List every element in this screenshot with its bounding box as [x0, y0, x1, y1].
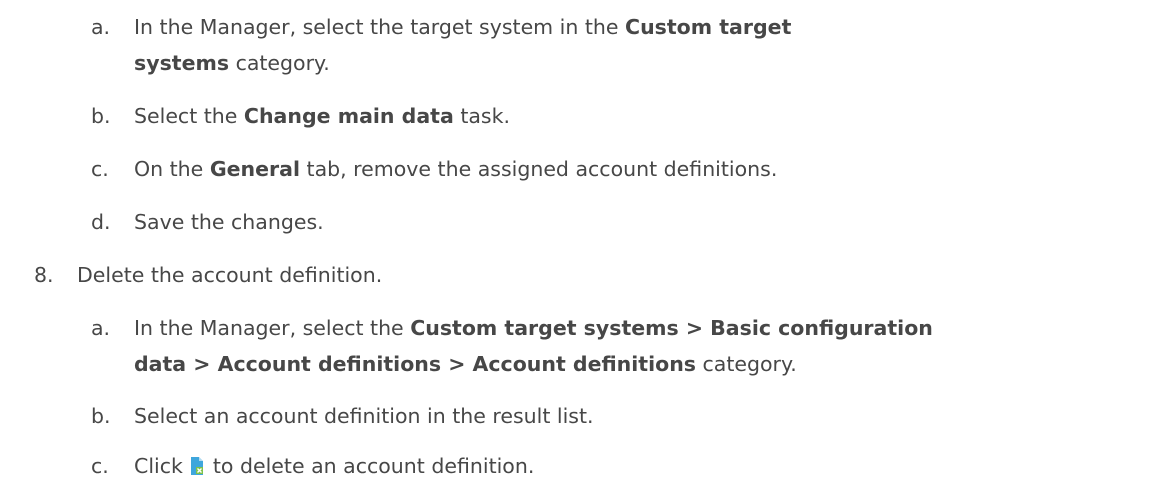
substep-a-line1: In the Manager, select the target system…: [134, 14, 791, 40]
category-name: Custom target: [625, 15, 792, 39]
document-page: { "steps": { "a1": { "marker": "a.", "li…: [0, 0, 1166, 478]
step-8-line: Delete the account definition.: [77, 263, 383, 287]
substep-marker: c.: [91, 454, 109, 478]
substep-text: In the Manager, select the target system…: [134, 15, 626, 39]
substep-b-line: Select the Change main data task.: [134, 103, 510, 129]
substep-a2-line2: data > Account definitions > Account def…: [134, 351, 797, 377]
substep-text: Select the: [134, 104, 244, 128]
substep-text: category.: [229, 51, 330, 75]
substep-marker: b.: [91, 104, 111, 128]
menu-path: Custom target systems > Basic configurat…: [410, 316, 933, 340]
substep-c-line: On the General tab, remove the assigned …: [134, 156, 777, 182]
menu-path-cont: data > Account definitions > Account def…: [134, 352, 696, 376]
substep-marker: d.: [91, 210, 111, 234]
substep-text: task.: [453, 104, 510, 128]
category-name-cont: systems: [134, 51, 230, 75]
delete-document-icon: [190, 456, 204, 476]
substep-text: On the: [134, 157, 210, 181]
substep-text: to delete an account definition.: [206, 454, 535, 478]
step-marker: 8.: [34, 263, 54, 287]
substep-text: tab, remove the assigned account definit…: [300, 157, 778, 181]
substep-a-line2: systems category.: [134, 50, 330, 76]
substep-text: In the Manager, select the: [134, 316, 411, 340]
substep-marker: c.: [91, 157, 109, 181]
substep-marker: b.: [91, 404, 111, 428]
substep-marker: a.: [91, 316, 111, 340]
substep-b2-line: Select an account definition in the resu…: [134, 404, 594, 428]
tab-name: General: [209, 157, 301, 181]
substep-c2-line: Click to delete an account definition.: [134, 453, 534, 479]
substep-text: category.: [696, 352, 797, 376]
substep-d-line: Save the changes.: [134, 210, 324, 234]
substep-a2-line1: In the Manager, select the Custom target…: [134, 315, 933, 341]
task-name: Change main data: [243, 104, 454, 128]
substep-marker: a.: [91, 15, 111, 39]
substep-text: Click: [134, 454, 190, 478]
